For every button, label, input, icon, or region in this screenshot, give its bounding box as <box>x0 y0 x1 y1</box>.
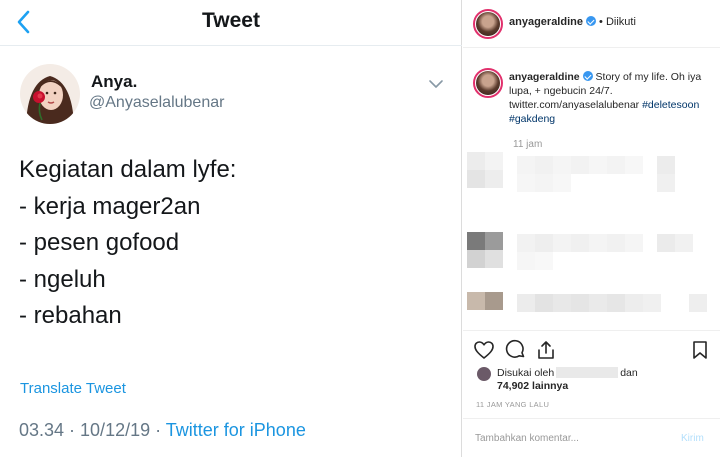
tweet-source-link[interactable]: Twitter for iPhone <box>166 420 306 440</box>
comment-input[interactable]: Tambahkan komentar... <box>475 433 579 444</box>
avatar[interactable] <box>473 9 503 39</box>
tweet-timestamp: 03.34 · 10/12/19 · Twitter for iPhone <box>19 420 306 441</box>
tweet-header: Tweet <box>0 0 462 46</box>
caption-username[interactable]: anyageraldine <box>509 71 580 83</box>
tweet-line: - kerja mager2an <box>19 192 201 220</box>
liked-by-text: Disukai oleh dan <box>497 367 638 379</box>
liker-avatar[interactable] <box>477 367 491 381</box>
post-username[interactable]: anyageraldine • Diikuti <box>509 16 636 28</box>
likes-number[interactable]: 74,902 <box>497 380 529 392</box>
tweet-line: Kegiatan dalam lyfe: <box>19 156 237 183</box>
heart-icon[interactable] <box>473 339 495 361</box>
liked-by-suffix: dan <box>620 367 638 379</box>
share-icon[interactable] <box>535 339 557 361</box>
verified-badge-icon <box>585 16 596 26</box>
follow-status[interactable]: • Diikuti <box>596 16 636 28</box>
post-actions-bar <box>463 330 720 360</box>
tweet-panel: Tweet Anya. @Anyaselalubenar Kegiatan da… <box>0 0 462 457</box>
blurred-comments <box>467 152 720 324</box>
display-name[interactable]: Anya. <box>91 72 137 92</box>
caption-time: 11 jam <box>513 139 543 150</box>
post-time-ago: 11 JAM YANG LALU <box>476 400 550 409</box>
tweet-line: - ngeluh <box>19 265 106 293</box>
likes-suffix[interactable]: lainnya <box>532 380 568 392</box>
tweet-line: - rebahan <box>19 302 122 329</box>
comment-icon[interactable] <box>504 339 526 361</box>
bookmark-icon[interactable] <box>689 339 711 361</box>
tweet-line: - pesen gofood <box>19 229 180 256</box>
translate-tweet-link[interactable]: Translate Tweet <box>20 380 126 397</box>
comment-box: Tambahkan komentar... Kirim <box>463 418 720 457</box>
verified-badge-icon <box>582 71 593 81</box>
avatar[interactable] <box>20 64 80 124</box>
tweet-text: Kegiatan dalam lyfe: - kerja mager2an - … <box>19 152 236 335</box>
instagram-panel: anyageraldine • Diikuti anyageraldine St… <box>463 0 720 457</box>
post-header: anyageraldine • Diikuti <box>463 0 720 48</box>
blurred-username <box>556 367 619 378</box>
likes-count[interactable]: 74,902 lainnya <box>497 380 568 392</box>
page-title: Tweet <box>202 9 260 32</box>
post-caption: anyageraldine Story of my life. Oh iya l… <box>509 70 709 126</box>
username-text[interactable]: anyageraldine <box>509 16 583 28</box>
user-handle[interactable]: @Anyaselalubenar <box>89 94 224 112</box>
likes-summary: Disukai oleh dan 74,902 lainnya <box>477 366 717 396</box>
send-comment-button[interactable]: Kirim <box>681 433 704 444</box>
chevron-down-icon[interactable] <box>428 78 444 90</box>
timestamp-text: 03.34 · 10/12/19 · <box>19 420 166 440</box>
liked-by-prefix: Disukai oleh <box>497 367 555 379</box>
caption-avatar[interactable] <box>473 68 503 98</box>
